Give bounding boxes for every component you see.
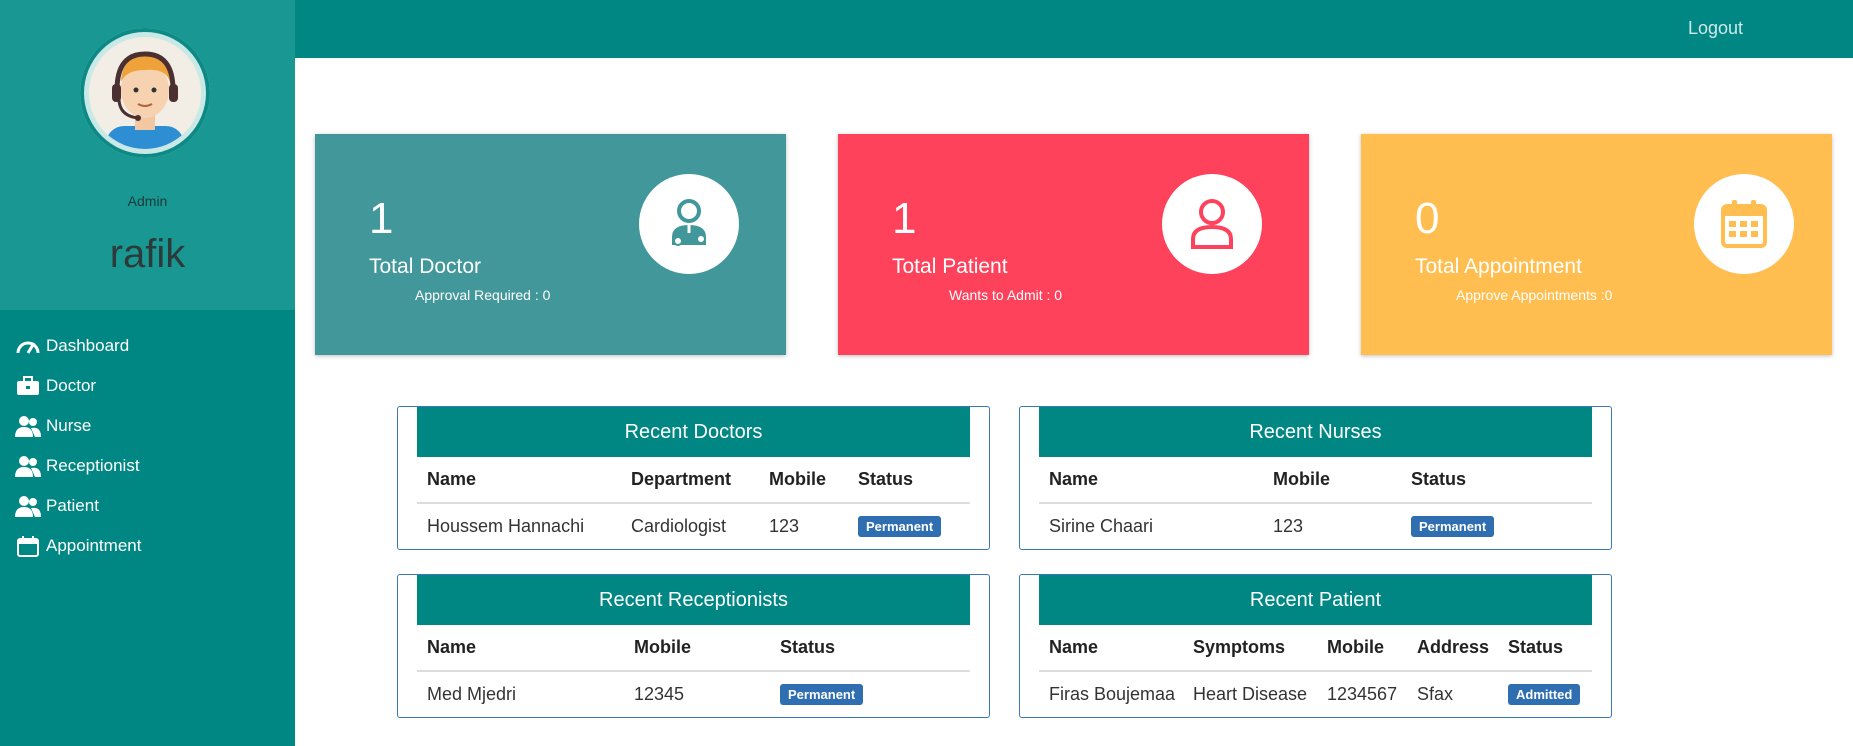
column-header: Status: [780, 637, 836, 657]
user-icon: [1162, 174, 1262, 274]
cell-name: Med Mjedri: [427, 684, 517, 704]
user-role: Admin: [127, 193, 168, 209]
card-subtext: Approval Required : 0: [415, 287, 551, 303]
column-header: Mobile: [1327, 637, 1384, 657]
divider: [417, 502, 970, 504]
recent-receptionists-panel: Recent Receptionists Name Mobile Status …: [397, 574, 990, 718]
card-total-appointment: 0 Total Appointment Approve Appointments…: [1361, 134, 1832, 355]
card-count: 1: [369, 194, 394, 243]
cell-mobile: 12345: [634, 684, 685, 704]
card-label: Total Patient: [892, 255, 1008, 278]
calendar-icon: [14, 534, 42, 558]
card-label: Total Doctor: [369, 255, 482, 278]
status-badge: Permanent: [780, 684, 864, 705]
users-icon: [14, 414, 42, 438]
column-header: Status: [1411, 469, 1467, 489]
sidebar-item-nurse[interactable]: Nurse: [0, 406, 295, 446]
column-header: Department: [631, 469, 732, 489]
sidebar-item-patient[interactable]: Patient: [0, 486, 295, 526]
card-subtext: Wants to Admit : 0: [949, 287, 1063, 303]
calendar-icon: [1694, 174, 1794, 274]
panel-title: Recent Nurses: [1039, 407, 1592, 457]
card-total-doctor: 1 Total Doctor Approval Required : 0: [315, 134, 786, 355]
column-header: Mobile: [634, 637, 691, 657]
doctor-icon: [639, 174, 739, 274]
column-header: Symptoms: [1193, 637, 1286, 657]
divider: [417, 670, 970, 672]
profile-panel: Admin rafik: [0, 0, 295, 310]
column-header: Name: [1049, 637, 1099, 657]
card-label: Total Appointment: [1415, 255, 1582, 278]
briefcase-icon: [14, 374, 42, 398]
sidebar-item-label: Dashboard: [46, 336, 130, 355]
sidebar-item-label: Appointment: [46, 536, 142, 555]
cell-name: Sirine Chaari: [1049, 516, 1154, 536]
column-header: Mobile: [1273, 469, 1330, 489]
status-badge: Permanent: [858, 516, 942, 537]
sidebar: Admin rafik Dashboard Doctor Nurse Recep…: [0, 0, 295, 746]
panel-title: Recent Patient: [1039, 575, 1592, 625]
sidebar-item-label: Receptionist: [46, 456, 140, 475]
recent-nurses-panel: Recent Nurses Name Mobile Status Sirine …: [1019, 406, 1612, 550]
column-header: Name: [427, 637, 477, 657]
sidebar-item-doctor[interactable]: Doctor: [0, 366, 295, 406]
card-total-patient: 1 Total Patient Wants to Admit : 0: [838, 134, 1309, 355]
cell-name: Firas Boujemaa: [1049, 684, 1176, 704]
cell-name: Houssem Hannachi: [427, 516, 585, 536]
column-header: Mobile: [769, 469, 826, 489]
username: rafik: [109, 232, 186, 276]
column-header: Status: [1508, 637, 1564, 657]
card-count: 1: [892, 194, 917, 243]
sidebar-item-label: Nurse: [46, 416, 92, 435]
sidebar-item-label: Doctor: [46, 376, 97, 395]
cell-mobile: 123: [769, 516, 800, 536]
card-subtext: Approve Appointments :0: [1456, 287, 1613, 303]
column-header: Status: [858, 469, 914, 489]
panel-title: Recent Doctors: [417, 407, 970, 457]
sidebar-item-label: Patient: [46, 496, 99, 515]
sidebar-nav: Dashboard Doctor Nurse Receptionist Pati…: [0, 326, 295, 566]
panel-title: Recent Receptionists: [417, 575, 970, 625]
speedometer-icon: [14, 334, 42, 358]
status-badge: Permanent: [1411, 516, 1495, 537]
recent-doctors-panel: Recent Doctors Name Department Mobile St…: [397, 406, 990, 550]
column-header: Address: [1417, 637, 1490, 657]
users-icon: [14, 454, 42, 478]
cell-mobile: 1234567: [1327, 684, 1398, 704]
sidebar-item-receptionist[interactable]: Receptionist: [0, 446, 295, 486]
cell-mobile: 123: [1273, 516, 1304, 536]
logout-link[interactable]: Logout: [1688, 18, 1743, 39]
sidebar-item-dashboard[interactable]: Dashboard: [0, 326, 295, 366]
column-header: Name: [1049, 469, 1099, 489]
cell-department: Cardiologist: [631, 516, 727, 536]
card-count: 0: [1415, 194, 1440, 243]
cell-address: Sfax: [1417, 684, 1454, 704]
users-icon: [14, 494, 42, 518]
divider: [1039, 502, 1592, 504]
sidebar-item-appointment[interactable]: Appointment: [0, 526, 295, 566]
column-header: Name: [427, 469, 477, 489]
admin-avatar-icon: [89, 37, 201, 149]
cell-symptoms: Heart Disease: [1193, 684, 1308, 704]
avatar: [80, 28, 210, 158]
status-badge: Admitted: [1508, 684, 1581, 705]
recent-patient-panel: Recent Patient Name Symptoms Mobile Addr…: [1019, 574, 1612, 718]
top-bar: Logout: [295, 0, 1853, 58]
divider: [1039, 670, 1592, 672]
